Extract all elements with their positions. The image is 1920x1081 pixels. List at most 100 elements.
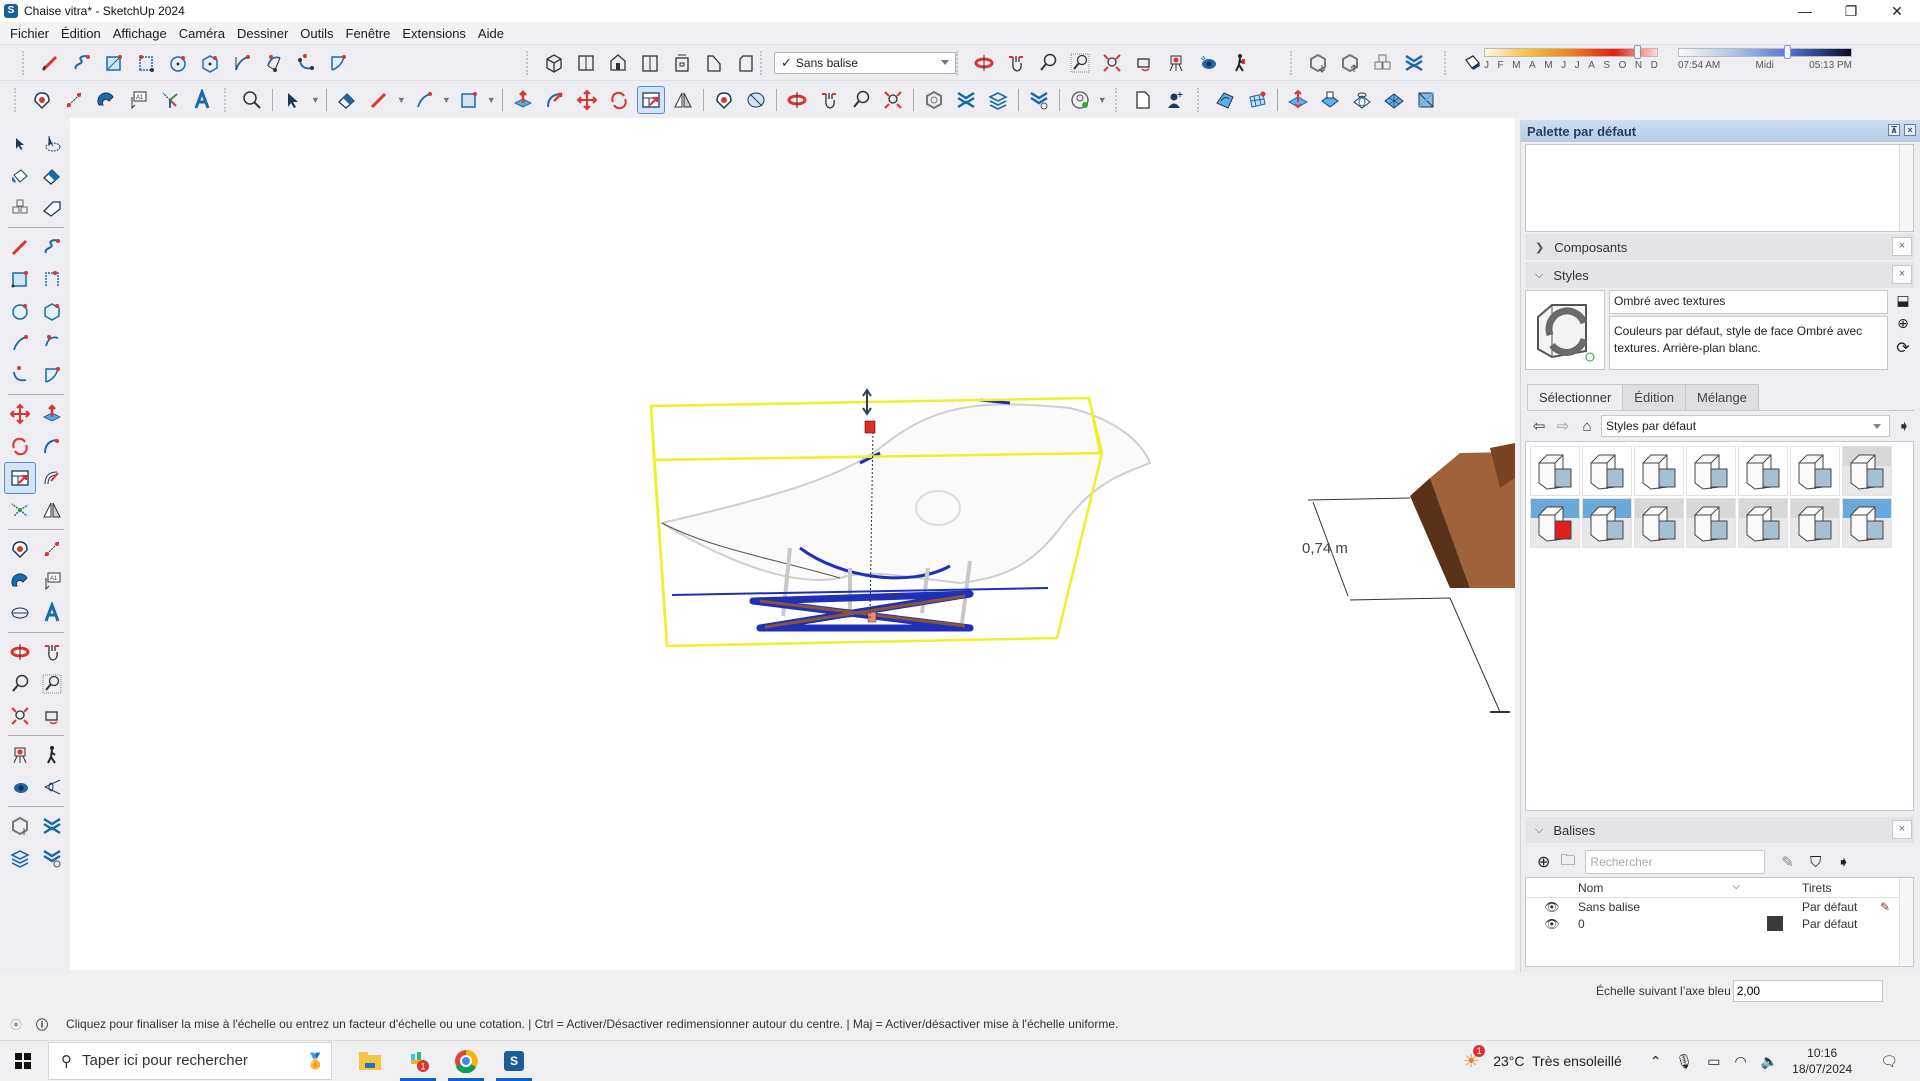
style-thumbnail[interactable] — [1790, 446, 1840, 496]
taskbar-search[interactable]: ⚲ Taper ici pour rechercher 🏅 — [48, 1041, 332, 1080]
pie-tool-icon[interactable] — [324, 49, 352, 77]
close-button[interactable]: ✕ — [1874, 0, 1920, 22]
lasso-select-icon[interactable] — [36, 128, 68, 160]
close-styles-button[interactable]: × — [1892, 265, 1912, 284]
style-thumbnail[interactable] — [1842, 446, 1892, 496]
sandbox-from-scratch-icon[interactable] — [1243, 86, 1271, 114]
style-thumbnail[interactable] — [1738, 446, 1788, 496]
date-slider-thumb[interactable] — [1633, 45, 1641, 59]
move-icon[interactable] — [573, 86, 601, 114]
scale-grip-handle[interactable] — [864, 420, 876, 434]
layout-send-icon[interactable] — [984, 86, 1012, 114]
2point-arc-icon[interactable] — [36, 327, 68, 359]
walk-icon[interactable] — [36, 739, 68, 771]
position-camera-icon[interactable] — [1162, 49, 1190, 77]
details-menu-icon[interactable]: ➧ — [1894, 417, 1914, 435]
chevron-down-icon[interactable]: ▼ — [311, 95, 320, 105]
menu-fichier[interactable]: Fichier — [6, 26, 57, 41]
geo-location-icon[interactable]: ⦿ — [10, 1016, 22, 1033]
push-pull-icon[interactable] — [509, 86, 537, 114]
style-collection-select[interactable]: Styles par défaut — [1601, 415, 1890, 437]
table-row[interactable]: 👁 0 Par défaut — [1526, 915, 1913, 932]
chevron-down-icon[interactable]: ▼ — [487, 95, 496, 105]
scale-tool-icon[interactable] — [636, 86, 665, 114]
close-tags-button[interactable]: × — [1892, 820, 1912, 839]
flip-icon[interactable] — [36, 494, 68, 526]
protractor-icon[interactable] — [92, 86, 120, 114]
tags-section-header[interactable]: ⌵ Balises × — [1525, 817, 1914, 843]
toolbar-grip[interactable] — [526, 51, 532, 75]
toolbar-grip[interactable] — [22, 51, 28, 75]
create-style-icon[interactable]: ⬓ — [1896, 292, 1909, 309]
section-plane-icon[interactable] — [742, 86, 770, 114]
account-icon[interactable] — [1066, 86, 1094, 114]
refresh-icon[interactable]: ⟳ — [1896, 338, 1909, 358]
chevron-down-icon[interactable]: ▼ — [1098, 95, 1107, 105]
toolbar-grip[interactable] — [1444, 51, 1450, 75]
rectangle-dropdown-icon[interactable] — [455, 86, 483, 114]
style-thumbnail[interactable] — [1634, 446, 1684, 496]
chevron-down-icon[interactable]: ▼ — [442, 95, 451, 105]
pan-icon[interactable] — [36, 636, 68, 668]
menu-fenetre[interactable]: Fenêtre — [342, 26, 399, 41]
time-slider-thumb[interactable] — [1784, 45, 1792, 59]
style-thumbnail[interactable] — [1530, 446, 1580, 496]
toolbar-grip[interactable] — [1290, 51, 1296, 75]
drape-icon[interactable] — [1348, 86, 1376, 114]
toolbar-grip[interactable] — [956, 51, 962, 75]
upload-component-icon[interactable] — [1336, 49, 1364, 77]
scale-tool-icon[interactable] — [4, 462, 36, 494]
add-user-icon[interactable] — [1161, 86, 1189, 114]
text-tool-icon[interactable]: A1 — [36, 565, 68, 597]
tag-dashes[interactable]: Par défaut — [1802, 900, 1880, 914]
zoom-window-icon[interactable] — [1066, 49, 1094, 77]
protractor-icon[interactable] — [4, 565, 36, 597]
restore-button[interactable]: ❐ — [1828, 0, 1874, 22]
select-tool-icon[interactable] — [279, 86, 307, 114]
solid-tools-icon[interactable] — [4, 494, 36, 526]
extension-manager-icon[interactable] — [1025, 86, 1053, 114]
menu-edition[interactable]: Édition — [57, 26, 109, 41]
weather-text[interactable]: 23°C Très ensoleillé — [1493, 1053, 1622, 1069]
tab-edit[interactable]: Édition — [1622, 384, 1687, 410]
sandbox-from-contours-icon[interactable] — [1211, 86, 1239, 114]
rotate-icon[interactable] — [605, 86, 633, 114]
menu-affichage[interactable]: Affichage — [109, 26, 175, 41]
rectangle-tool-icon[interactable] — [4, 263, 36, 295]
arc-tool-icon[interactable] — [4, 327, 36, 359]
style-description-field[interactable]: Couleurs par défaut, style de face Ombré… — [1609, 316, 1888, 370]
tag-color-swatch[interactable] — [1767, 916, 1783, 931]
section-plane-icon[interactable] — [36, 771, 68, 803]
select-tool-icon[interactable] — [4, 128, 36, 160]
iso-view-icon[interactable] — [540, 49, 568, 77]
pan-icon[interactable] — [815, 86, 843, 114]
previous-view-icon[interactable] — [36, 700, 68, 732]
3d-text-icon[interactable] — [188, 86, 216, 114]
make-component-icon[interactable] — [4, 192, 36, 224]
minimize-button[interactable]: — — [1782, 0, 1828, 22]
freehand-tool-icon[interactable] — [68, 49, 96, 77]
style-thumbnail[interactable] — [1634, 498, 1684, 548]
arc-tool-icon[interactable] — [228, 49, 256, 77]
chrome-icon[interactable] — [442, 1041, 490, 1081]
flip-icon[interactable] — [669, 86, 697, 114]
style-thumbnail[interactable] — [1582, 446, 1632, 496]
right-view-icon[interactable] — [636, 49, 664, 77]
smoove-icon[interactable] — [1284, 86, 1312, 114]
share-component-icon[interactable] — [1368, 49, 1396, 77]
zoom-extents-icon[interactable] — [879, 86, 907, 114]
freehand-tool-icon[interactable] — [36, 231, 68, 263]
color-by-tag-icon[interactable]: ✎ — [1781, 853, 1794, 871]
toolbar-grip[interactable] — [14, 88, 20, 112]
tag-dashes[interactable]: Par défaut — [1802, 917, 1880, 931]
dimension-icon[interactable] — [36, 533, 68, 565]
2point-arc-icon[interactable] — [260, 49, 288, 77]
line-tool-icon[interactable] — [36, 49, 64, 77]
tape-measure-icon[interactable] — [28, 86, 56, 114]
tags-search-input[interactable]: Rechercher — [1585, 850, 1766, 874]
extension-warehouse-icon[interactable] — [1400, 49, 1428, 77]
extension-warehouse-icon[interactable] — [36, 810, 68, 842]
rotated-rectangle-icon[interactable] — [132, 49, 160, 77]
toolbar-grip[interactable] — [224, 88, 230, 112]
model-drawing[interactable]: 0,74 m — [70, 118, 1515, 970]
